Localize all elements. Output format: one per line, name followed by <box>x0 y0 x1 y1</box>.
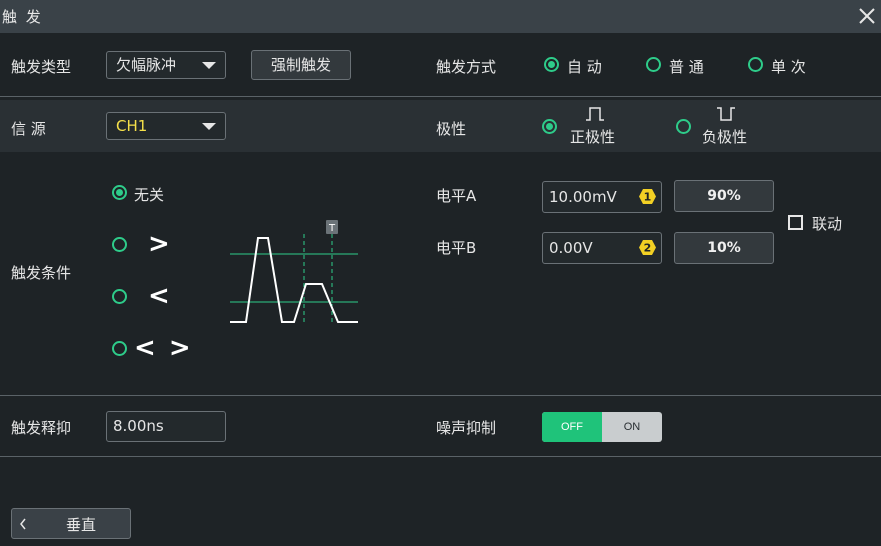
divider <box>0 96 881 97</box>
radio-polarity-positive[interactable] <box>542 119 557 134</box>
chevron-down-icon <box>202 62 216 69</box>
radio-condition-none[interactable] <box>112 185 127 200</box>
force-trigger-button[interactable]: 强制触发 <box>251 50 351 80</box>
window-title: 触 发 <box>2 8 43 26</box>
chevron-down-icon <box>202 123 216 130</box>
toggle-off-label[interactable]: OFF <box>542 412 602 442</box>
holdoff-field[interactable]: 8.00ns <box>106 411 226 442</box>
link-label: 联动 <box>812 215 843 233</box>
link-checkbox[interactable] <box>788 215 803 230</box>
back-vertical-button[interactable]: 垂直 <box>11 508 131 539</box>
level-a-percent-button[interactable]: 90% <box>674 180 774 212</box>
holdoff-value: 8.00ns <box>113 417 164 435</box>
divider <box>0 456 881 457</box>
trigger-type-dropdown[interactable]: 欠幅脉冲 <box>106 51 226 79</box>
knob-1-label: 1 <box>644 191 652 204</box>
close-icon[interactable] <box>856 5 878 27</box>
level-b-value: 0.00V <box>549 239 593 257</box>
knob-1-icon: 1 <box>639 189 656 204</box>
toggle-on-label[interactable]: ON <box>602 412 662 442</box>
condition-less-symbol: < <box>148 281 170 311</box>
negative-pulse-icon <box>717 107 735 121</box>
divider <box>0 395 881 396</box>
holdoff-label: 触发释抑 <box>11 419 72 437</box>
level-b-label: 电平B <box>436 239 477 257</box>
mode-normal-label: 普 通 <box>669 58 704 76</box>
radio-mode-auto[interactable] <box>544 57 559 72</box>
title-bar <box>0 0 881 33</box>
noise-reject-label: 噪声抑制 <box>436 419 497 437</box>
trigger-marker-label: T <box>328 223 336 234</box>
polarity-negative-label: 负极性 <box>702 128 748 146</box>
runt-pulse-diagram: T <box>230 220 358 323</box>
radio-mode-normal[interactable] <box>646 57 661 72</box>
radio-condition-greater[interactable] <box>112 237 127 252</box>
radio-condition-less[interactable] <box>112 289 127 304</box>
radio-condition-between[interactable] <box>112 341 127 356</box>
trigger-type-label: 触发类型 <box>11 58 72 76</box>
polarity-positive-label: 正极性 <box>570 128 616 146</box>
condition-none-label: 无关 <box>134 186 165 204</box>
condition-between-symbol: < > <box>134 333 193 363</box>
radio-mode-single[interactable] <box>748 57 763 72</box>
positive-pulse-icon <box>586 107 604 121</box>
radio-polarity-negative[interactable] <box>676 119 691 134</box>
knob-2-label: 2 <box>644 242 652 255</box>
trigger-mode-label: 触发方式 <box>436 58 497 76</box>
level-a-value: 10.00mV <box>549 188 617 206</box>
condition-greater-symbol: > <box>148 229 170 259</box>
level-b-percent-button[interactable]: 10% <box>674 232 774 264</box>
source-value: CH1 <box>116 117 148 135</box>
knob-2-icon: 2 <box>639 240 656 255</box>
source-label: 信 源 <box>11 120 46 138</box>
trigger-condition-label: 触发条件 <box>11 264 72 282</box>
noise-reject-toggle[interactable]: OFF ON <box>542 412 662 442</box>
level-a-label: 电平A <box>436 187 477 205</box>
chevron-left-icon <box>20 518 26 530</box>
mode-single-label: 单 次 <box>771 58 806 76</box>
polarity-label: 极性 <box>436 120 467 138</box>
back-button-label: 垂直 <box>66 516 97 534</box>
source-dropdown[interactable]: CH1 <box>106 112 226 140</box>
trigger-type-value: 欠幅脉冲 <box>116 56 177 74</box>
mode-auto-label: 自 动 <box>567 58 602 76</box>
